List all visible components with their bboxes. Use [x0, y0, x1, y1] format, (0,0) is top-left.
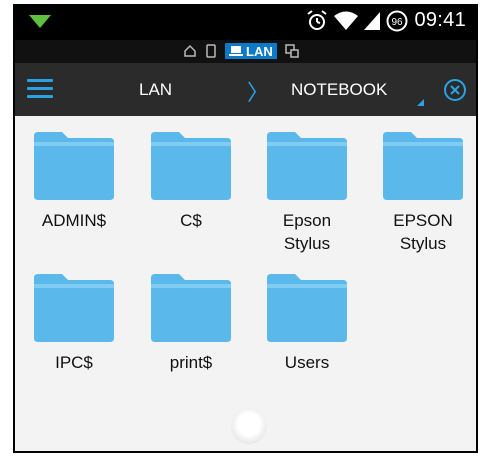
- folder-item[interactable]: print$: [136, 272, 246, 374]
- folder-label: print$: [169, 353, 213, 372]
- download-icon: [29, 15, 51, 28]
- action-bar: LAN 〉 NOTEBOOK: [15, 63, 476, 116]
- tab-lan-label: LAN: [246, 43, 273, 59]
- folder-icon: [267, 274, 347, 342]
- location-tabs: LAN: [15, 40, 476, 63]
- close-icon[interactable]: [443, 78, 467, 102]
- loading-spinner: [231, 408, 267, 444]
- tab-lan[interactable]: LAN: [225, 43, 277, 59]
- folder-item[interactable]: ADMIN$: [19, 130, 129, 232]
- folder-icon: [267, 132, 347, 200]
- folder-item[interactable]: C$: [136, 130, 246, 232]
- folder-label: ADMIN$: [41, 211, 107, 230]
- wifi-icon: [334, 11, 359, 30]
- folder-label: EPSON Stylus: [393, 211, 453, 253]
- devices-icon[interactable]: [284, 44, 299, 58]
- folder-label: C$: [180, 211, 202, 230]
- breadcrumb-notebook[interactable]: NOTEBOOK: [291, 80, 387, 100]
- signal-icon: [364, 11, 381, 30]
- phone-icon[interactable]: [205, 44, 217, 58]
- home-icon[interactable]: [183, 44, 197, 58]
- breadcrumb-lan[interactable]: LAN: [139, 80, 172, 100]
- folder-icon: [151, 132, 231, 200]
- folder-label: Epson Stylus: [282, 211, 332, 253]
- folder-icon: [151, 274, 231, 342]
- svg-text:96: 96: [392, 17, 404, 28]
- folder-item[interactable]: Epson Stylus: [252, 130, 362, 255]
- menu-icon[interactable]: [27, 79, 53, 99]
- status-bar: 96 09:41: [15, 6, 476, 40]
- dropdown-corner-icon[interactable]: [417, 99, 424, 106]
- folder-icon: [34, 132, 114, 200]
- alarm-icon: [307, 9, 328, 30]
- laptop-icon: [229, 46, 243, 56]
- folder-item[interactable]: IPC$: [19, 272, 129, 374]
- folder-item[interactable]: EPSON Stylus: [368, 130, 476, 255]
- status-time: 09:41: [414, 9, 466, 31]
- folder-label: Users: [284, 353, 330, 372]
- breadcrumb-separator: 〉: [247, 80, 270, 105]
- folder-icon: [34, 274, 114, 342]
- battery-icon: 96: [386, 10, 408, 31]
- folder-icon: [383, 132, 463, 200]
- folder-label: IPC$: [55, 353, 93, 372]
- folder-item[interactable]: Users: [252, 272, 362, 374]
- app-window: 96 09:41 LAN LAN 〉 NOTEBOOK ADMIN$ C$ Ep…: [13, 4, 478, 453]
